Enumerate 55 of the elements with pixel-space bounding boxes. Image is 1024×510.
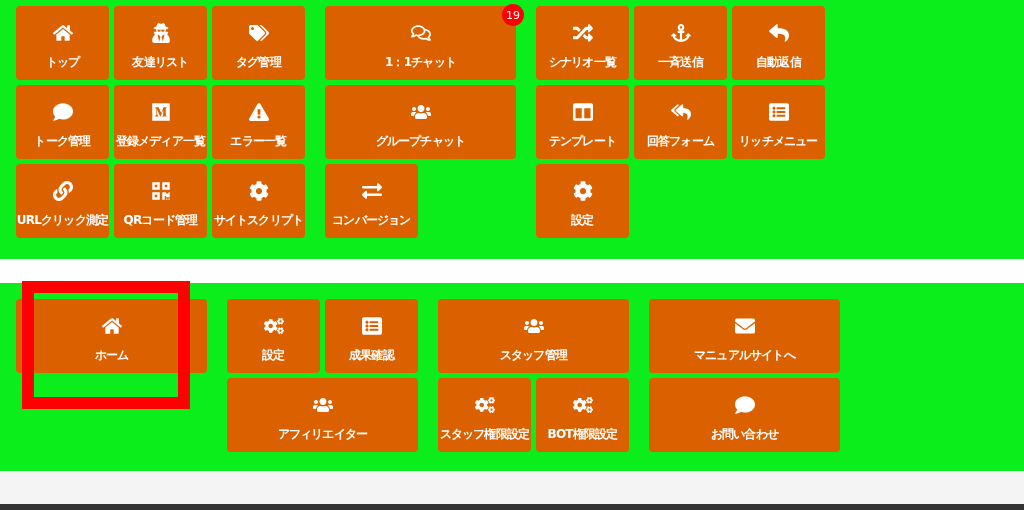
menu-tile[interactable]: エラー一覧 [212,85,305,159]
menu-tile[interactable]: 成果確認 [325,299,418,373]
people-icon [312,395,333,415]
menu-tile[interactable]: アフィリエイター [227,378,418,452]
house-icon [101,316,122,336]
settings-icon [248,181,269,201]
menu-tile[interactable]: 回答フォーム [634,85,727,159]
gears-icon [474,395,495,415]
menu-tile[interactable]: サイトスクリプト [212,164,305,238]
speech-bubble-icon [52,102,73,122]
reply-arrow-icon [768,23,789,43]
folded-m-icon [150,102,171,122]
menu-tile[interactable]: シナリオ一覧 [536,6,629,80]
envelope-icon [734,316,755,336]
menu-tile[interactable]: コンバージョン [325,164,418,238]
spy-icon [150,23,171,43]
anchor-icon [670,23,691,43]
settings-icon [572,181,593,201]
chat-bubbles-icon [410,23,431,43]
reply-all-icon [670,102,691,122]
menu-tile[interactable]: 設定 [536,164,629,238]
people-icon [523,316,544,336]
count-badge: 19 [502,4,524,26]
menu-tile[interactable]: URLクリック測定 [16,164,109,238]
menu-tile[interactable]: 登録メディア一覧 [114,85,207,159]
menu-tile[interactable]: QRコード管理 [114,164,207,238]
menu-tile[interactable]: グループチャット [325,85,516,159]
menu-tile[interactable]: テンプレート [536,85,629,159]
menu-tile[interactable]: 一斉送信 [634,6,727,80]
exchange-arrows-icon [361,181,382,201]
menu-tile[interactable]: スタッフ管理 [438,299,629,373]
house-icon [52,23,73,43]
menu-tile[interactable]: リッチメニュー [732,85,825,159]
link-icon [52,181,73,201]
menu-tile[interactable]: タグ管理 [212,6,305,80]
warning-icon [248,102,269,122]
menu-tile[interactable]: トップ [16,6,109,80]
list-panel-icon [361,316,382,336]
menu-tile[interactable]: 自動返信 [732,6,825,80]
tags-icon [248,23,269,43]
menu-tile[interactable]: マニュアルサイトへ [649,299,840,373]
columns-icon [572,102,593,122]
gears-icon [263,316,284,336]
speech-bubble-icon [734,395,755,415]
gears-icon [572,395,593,415]
menu-tile[interactable]: 友達リスト [114,6,207,80]
menu-tile[interactable]: スタッフ権限設定 [438,378,531,452]
people-icon [410,102,431,122]
menu-tile[interactable]: 設定 [227,299,320,373]
shuffle-icon [572,23,593,43]
menu-tile[interactable]: お問い合わせ [649,378,840,452]
menu-tile[interactable]: BOT権限設定 [536,378,629,452]
list-panel-icon [768,102,789,122]
qr-code-icon [150,181,171,201]
menu-tile[interactable]: トーク管理 [16,85,109,159]
